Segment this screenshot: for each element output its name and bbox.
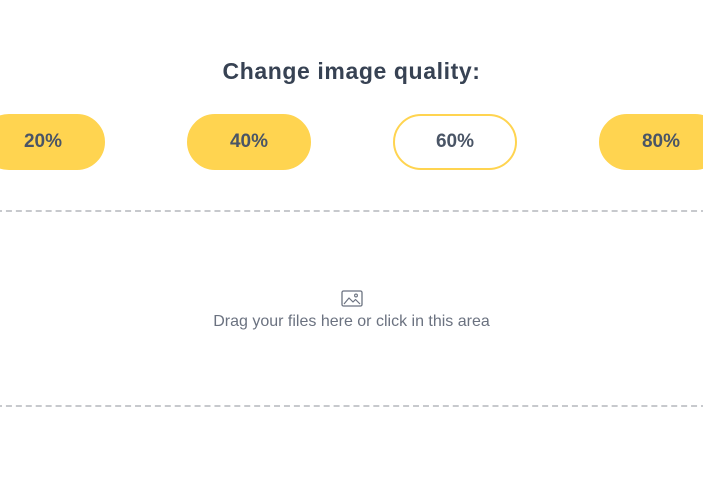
quality-option-60[interactable]: 60% (393, 114, 517, 170)
page-title: Change image quality: (222, 58, 481, 84)
file-dropzone[interactable]: Drag your files here or click in this ar… (0, 210, 703, 407)
quality-option-80[interactable]: 80% (599, 114, 703, 170)
page: Change image quality: 20% 40% 60% 80% Dr… (0, 0, 703, 480)
image-icon (341, 290, 363, 307)
quality-option-20[interactable]: 20% (0, 114, 105, 170)
quality-option-40[interactable]: 40% (187, 114, 311, 170)
dropzone-text: Drag your files here or click in this ar… (213, 313, 490, 330)
